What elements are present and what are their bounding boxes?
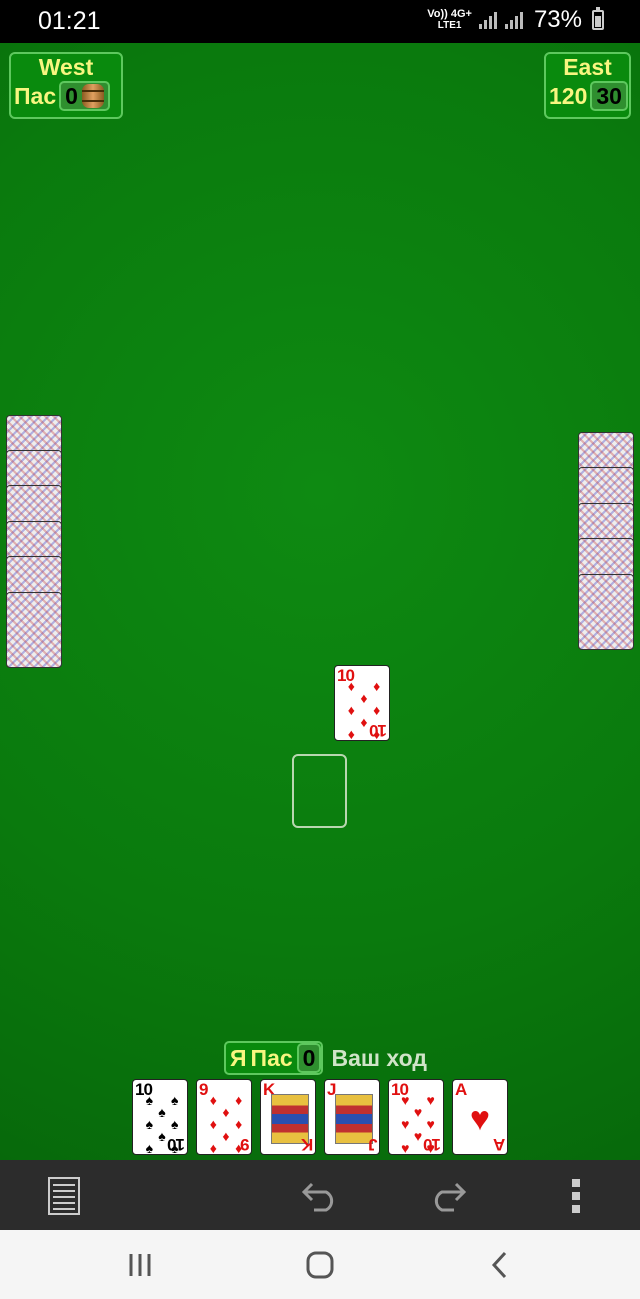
played-card: 10 ♦ ♦ ♦ ♦ ♦ ♦ ♦ ♦ 10: [334, 665, 390, 741]
back-icon: [491, 1251, 507, 1279]
turn-indicator: Я Пас 0 Ваш ход: [224, 1041, 427, 1075]
east-card-back: [578, 574, 634, 650]
hand-card[interactable]: K K: [260, 1079, 316, 1155]
battery-percent: 73%: [533, 6, 582, 33]
player-east-panel: East 120 30: [544, 52, 631, 119]
jack-face: [335, 1094, 373, 1144]
signal-icon-2: [504, 12, 523, 29]
my-status: Пас: [250, 1044, 293, 1071]
status-bar: 01:21 Vo)) 4G+ LTE1 73%: [0, 0, 640, 43]
system-navigation-bar: [0, 1230, 640, 1299]
more-vertical-icon: [572, 1179, 580, 1213]
player-east-name: East: [563, 54, 612, 80]
west-card-back: [6, 592, 62, 668]
menu-icon: [48, 1177, 80, 1215]
recent-apps-icon: [129, 1254, 151, 1276]
redo-icon: [434, 1182, 467, 1212]
more-button[interactable]: [554, 1174, 598, 1218]
undo-button[interactable]: [298, 1174, 342, 1218]
hand-card[interactable]: 9 ♦ ♦ ♦ ♦ ♦ ♦ ♦ ♦ 9: [196, 1079, 252, 1155]
my-score: 0: [296, 1043, 322, 1073]
player-west-status: Пас: [14, 82, 57, 109]
turn-message: Ваш ход: [331, 1044, 427, 1071]
hand-card[interactable]: A ♥ A: [452, 1079, 508, 1155]
my-name: Я: [230, 1044, 247, 1071]
undo-icon: [301, 1182, 334, 1212]
clock: 01:21: [38, 7, 101, 35]
player-west-score: 0: [59, 81, 110, 111]
game-table: West Пас 0 East 120 30 10 ♦ ♦ ♦ ♦ ♦ ♦ ♦ …: [0, 43, 640, 1160]
player-east-status: 120: [549, 82, 588, 109]
hand-card[interactable]: 10 ♠ ♠ ♠ ♠ ♠ ♠ ♠ ♠ 10: [132, 1079, 188, 1155]
hand-card[interactable]: J J: [324, 1079, 380, 1155]
hand-card[interactable]: 10 ♥ ♥ ♥ ♥ ♥ ♥ ♥ ♥ 10: [388, 1079, 444, 1155]
play-slot[interactable]: [292, 754, 347, 828]
redo-button[interactable]: [426, 1174, 470, 1218]
menu-button[interactable]: [42, 1174, 86, 1218]
recent-apps-button[interactable]: [120, 1250, 160, 1280]
back-button[interactable]: [480, 1250, 520, 1280]
network-indicator: Vo)) 4G+ LTE1: [427, 8, 472, 32]
player-west-panel: West Пас 0: [9, 52, 123, 119]
signal-icon: [478, 12, 497, 29]
status-icons: Vo)) 4G+ LTE1 73%: [427, 6, 604, 34]
barrel-icon: [81, 84, 104, 108]
player-east-score: 30: [590, 81, 628, 111]
home-icon: [306, 1251, 334, 1279]
home-button[interactable]: [300, 1250, 340, 1280]
game-toolbar: [0, 1160, 640, 1230]
battery-icon: [592, 7, 604, 30]
player-west-name: West: [38, 54, 94, 80]
my-status-panel: Я Пас 0: [224, 1041, 324, 1075]
